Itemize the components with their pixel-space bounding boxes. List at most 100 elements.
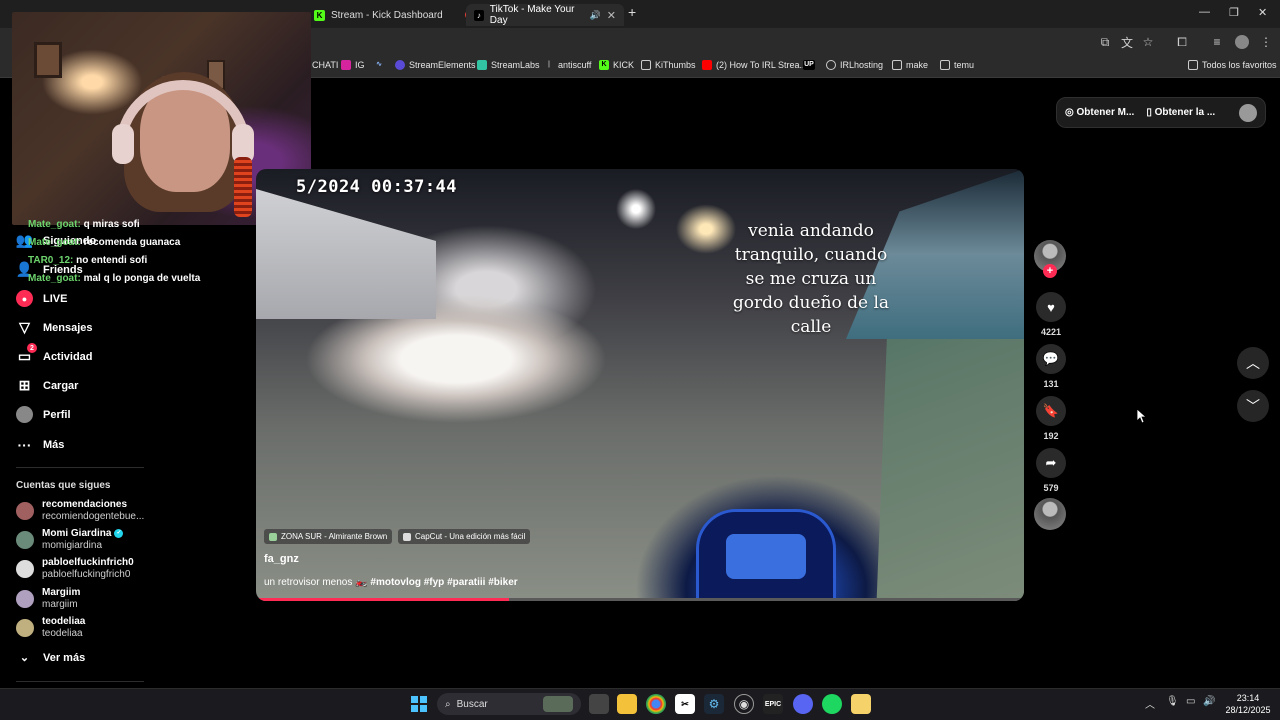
live-icon: ● [16, 290, 33, 307]
bookmark-star-icon[interactable]: ☆ [1140, 34, 1156, 50]
next-video-button[interactable]: ﹀ [1237, 390, 1269, 422]
capcut-chip[interactable]: CapCut - Una edición más fácil [398, 529, 531, 544]
tab-label: TikTok - Make Your Day [489, 4, 575, 26]
nav-live[interactable]: ● LIVE [16, 290, 67, 307]
windows-start-icon[interactable] [409, 694, 429, 714]
nav-activity[interactable]: ▭ 2 Actividad [16, 343, 93, 365]
save-count: 192 [1043, 431, 1059, 441]
antiscuff-icon: | [548, 61, 550, 68]
new-tab-button[interactable]: + [628, 4, 636, 20]
account-item[interactable]: teodeliaa teodeliaa [16, 616, 85, 640]
follow-plus-icon[interactable]: + [1043, 264, 1057, 278]
bookmark-up[interactable]: UP [803, 60, 815, 70]
install-app-icon[interactable]: ⧉ [1097, 34, 1113, 50]
bookmark-chati[interactable]: CHATI [312, 60, 338, 70]
tiktok-icon: ♪ [474, 9, 484, 21]
chevron-up-icon: ︿ [1246, 355, 1260, 371]
verified-icon: ✓ [114, 528, 124, 538]
nav-profile[interactable]: Perfil [16, 406, 71, 423]
close-window-button[interactable]: ✕ [1258, 6, 1267, 19]
obs-icon[interactable]: ◉ [734, 694, 754, 714]
bookmark-folder-temu[interactable]: temu [940, 60, 974, 70]
bookmark-chart[interactable]: ∿ [374, 60, 384, 70]
tray-overflow-icon[interactable]: ︿ [1145, 696, 1155, 711]
epic-games-icon[interactable]: EPIC [763, 694, 783, 714]
comment-button[interactable]: 💬 [1036, 344, 1066, 374]
nav-upload[interactable]: ⊞ Cargar [16, 377, 79, 394]
bookmark-ig[interactable]: IG [341, 60, 365, 70]
bookmark-antiscuff[interactable]: | antiscuff [544, 60, 591, 70]
video-hashtags[interactable]: #motovlog #fyp #paratiii #biker [370, 577, 517, 588]
instagram-icon [341, 60, 351, 70]
kithumbs-icon [641, 60, 651, 70]
extensions-icon[interactable]: ⧠ [1174, 34, 1190, 50]
translate-icon[interactable]: 文 [1119, 34, 1135, 50]
chrome-icon[interactable] [646, 694, 666, 714]
following-accounts-title: Cuentas que sigues [16, 480, 111, 491]
chat-message: Mate_goat: mal q lo ponga de vuelta [28, 273, 201, 284]
taskbar-search[interactable]: ⌕ Buscar [437, 693, 581, 715]
account-item[interactable]: Margiim margiim [16, 587, 80, 611]
like-count: 4221 [1040, 327, 1062, 337]
share-button[interactable]: ➦ [1036, 448, 1066, 478]
sound-icon[interactable]: 🔊 [590, 10, 601, 21]
nav-messages[interactable]: ▽ Mensajes [16, 319, 92, 336]
account-item[interactable]: Momi Giardina ✓ momigiardina [16, 528, 124, 552]
restore-button[interactable]: ❐ [1229, 6, 1239, 19]
activity-badge: 2 [27, 343, 37, 353]
profile-avatar[interactable] [1234, 34, 1250, 50]
volume-icon[interactable]: 🔊 [1203, 696, 1215, 707]
bookmark-irlhosting[interactable]: IRLhosting [826, 60, 883, 70]
spotify-icon[interactable] [822, 694, 842, 714]
kick-icon: K [314, 9, 325, 21]
see-more-button[interactable]: ⌄ Ver más [16, 649, 85, 666]
file-explorer-icon[interactable] [617, 694, 637, 714]
all-bookmarks-folder[interactable]: Todos los favoritos [1188, 60, 1277, 70]
kick-icon: K [599, 60, 609, 70]
menu-kebab-icon[interactable]: ⋮ [1258, 34, 1274, 50]
network-icon[interactable]: ▭ [1186, 696, 1195, 707]
app-icon[interactable] [851, 694, 871, 714]
account-item[interactable]: pabloelfuckinfrich0 pabloelfuckingfrich0 [16, 557, 134, 581]
taskbar-clock[interactable]: 23:14 28/12/2025 [1222, 692, 1274, 716]
steam-icon[interactable]: ⚙ [704, 694, 724, 714]
chat-message: Mate_goat: q miras sofi [28, 219, 140, 230]
upload-icon: ⊞ [18, 377, 31, 393]
get-coins-button[interactable]: ◎ Obtener M... [1065, 107, 1134, 118]
minimize-button[interactable]: — [1199, 6, 1210, 18]
previous-video-button[interactable]: ︿ [1237, 347, 1269, 379]
bookmark-kithumbs[interactable]: KiThumbs [641, 60, 696, 70]
bookmark-kick[interactable]: K KICK [599, 60, 634, 70]
location-chip[interactable]: ZONA SUR - Almirante Brown [264, 529, 393, 544]
capcut-icon [403, 532, 411, 541]
get-app-pill: ◎ Obtener M... ▯ Obtener la ... [1056, 97, 1266, 128]
save-button[interactable]: 🔖 [1036, 396, 1066, 426]
microphone-icon[interactable]: 🎙 [1166, 696, 1179, 707]
task-view-icon[interactable] [589, 694, 609, 714]
video-player[interactable]: 5/2024 00:37:44 venia andando tranquilo,… [256, 169, 1024, 601]
bookmark-streamelements[interactable]: StreamElements [395, 60, 476, 70]
chevron-down-icon: ﹀ [1246, 398, 1260, 414]
close-tab-icon[interactable]: ✕ [607, 9, 616, 22]
capcut-app-icon[interactable]: ✂ [675, 694, 695, 714]
get-app-button[interactable]: ▯ Obtener la ... [1146, 107, 1215, 118]
video-caption-overlay: venia andando tranquilo, cuando se me cr… [732, 221, 890, 337]
nav-more[interactable]: ··· Más [16, 436, 65, 453]
video-timestamp: 5/2024 00:37:44 [296, 177, 458, 197]
bookmark-folder-make[interactable]: make [892, 60, 928, 70]
comment-icon: 💬 [1042, 351, 1060, 366]
bookmark-streamlabs[interactable]: StreamLabs [477, 60, 540, 70]
tab-tiktok[interactable]: ♪ TikTok - Make Your Day 🔊 ✕ [466, 4, 624, 26]
media-control-icon[interactable]: ≡ [1209, 34, 1225, 50]
bookmark-youtube[interactable]: (2) How To IRL Strea... [702, 60, 807, 70]
profile-avatar-icon [16, 406, 33, 423]
profile-avatar[interactable] [1239, 103, 1257, 122]
scene-dash-screen [726, 534, 806, 579]
video-progress-fill [256, 598, 510, 601]
like-button[interactable]: ♥ [1036, 292, 1066, 322]
youtube-icon [702, 60, 712, 70]
sound-disc-avatar[interactable] [1034, 498, 1066, 530]
discord-icon[interactable] [793, 694, 813, 714]
account-item[interactable]: recomendaciones recomiendogentebue... [16, 499, 144, 523]
video-author[interactable]: fa_gnz [264, 553, 299, 565]
